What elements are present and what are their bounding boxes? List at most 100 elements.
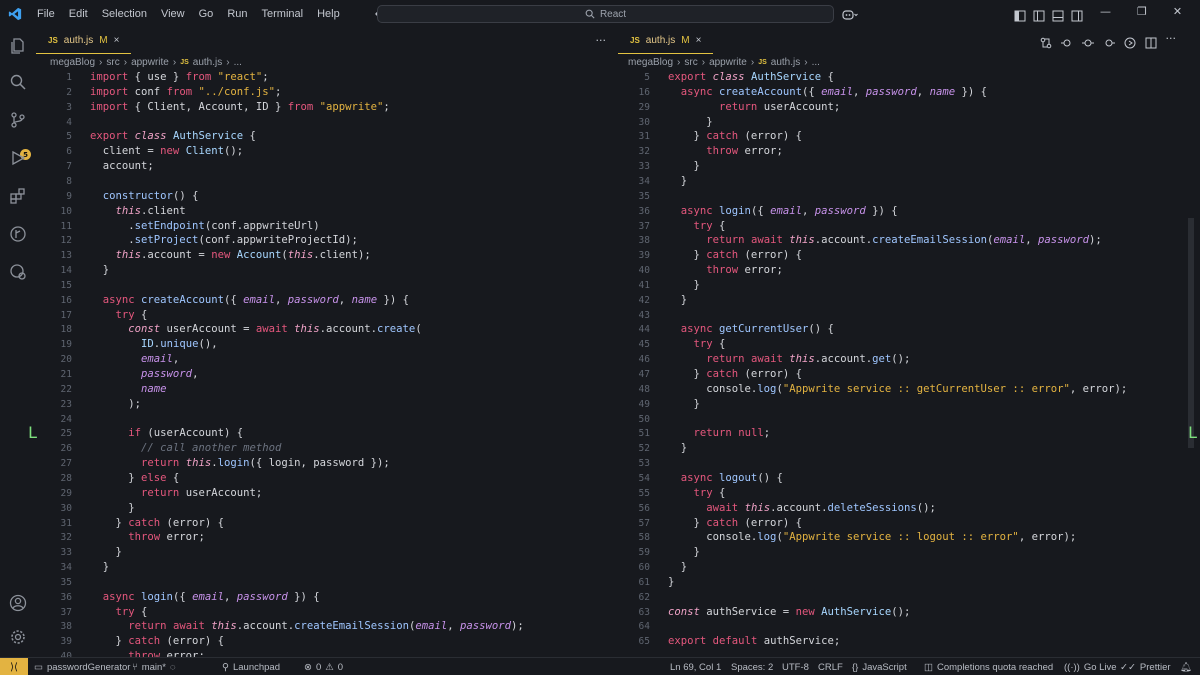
code-line[interactable]: 59 } bbox=[614, 545, 1200, 560]
menu-selection[interactable]: Selection bbox=[95, 8, 154, 20]
remote-explorer-icon[interactable] bbox=[6, 260, 30, 284]
code-line[interactable]: 36 async login({ email, password }) { bbox=[614, 204, 1200, 219]
toggle-sidebar-icon[interactable] bbox=[1033, 7, 1045, 26]
code-line[interactable]: 10 this.client bbox=[36, 204, 614, 219]
remote-indicator-icon[interactable]: ⟩⟨ bbox=[0, 658, 28, 675]
code-line[interactable]: 31 } catch (error) { bbox=[614, 129, 1200, 144]
code-line[interactable]: 30 } bbox=[36, 501, 614, 516]
code-line[interactable]: 64 bbox=[614, 619, 1200, 634]
code-line[interactable]: 20 email, bbox=[36, 352, 614, 367]
more-actions-icon[interactable]: ··· bbox=[1166, 33, 1177, 53]
code-line[interactable]: 39 } catch (error) { bbox=[36, 634, 614, 649]
breadcrumb-item[interactable]: ... bbox=[234, 57, 242, 68]
menu-file[interactable]: File bbox=[30, 8, 62, 20]
previous-change-icon[interactable] bbox=[1081, 34, 1094, 53]
source-control-icon[interactable] bbox=[6, 108, 30, 132]
settings-gear-icon[interactable] bbox=[6, 625, 30, 649]
copilot-icon[interactable] bbox=[842, 6, 858, 25]
more-actions-icon[interactable]: ··· bbox=[596, 34, 607, 47]
code-line[interactable]: 61} bbox=[614, 575, 1200, 590]
code-line[interactable]: 33 } bbox=[614, 159, 1200, 174]
breadcrumb-item[interactable]: auth.js bbox=[771, 57, 800, 68]
code-line[interactable]: 15 bbox=[36, 278, 614, 293]
code-line[interactable]: 65 export default authService; bbox=[614, 634, 1200, 649]
code-line[interactable]: 5 export class AuthService { bbox=[36, 129, 614, 144]
code-line[interactable]: 42 } bbox=[614, 293, 1200, 308]
account-icon[interactable] bbox=[6, 591, 30, 615]
status-branch[interactable]: ⑂ main* ◌ bbox=[132, 658, 176, 675]
code-line[interactable]: 34 } bbox=[36, 560, 614, 575]
layout-customize-icon[interactable] bbox=[1014, 7, 1026, 26]
code-line[interactable]: 62 bbox=[614, 590, 1200, 605]
code-line[interactable]: 32 throw error; bbox=[614, 144, 1200, 159]
explorer-icon[interactable] bbox=[6, 34, 30, 58]
code-line[interactable]: 47 } catch (error) { bbox=[614, 367, 1200, 382]
code-line[interactable]: 26 // call another method bbox=[36, 441, 614, 456]
menu-run[interactable]: Run bbox=[220, 8, 254, 20]
code-line[interactable]: 7 account; bbox=[36, 159, 614, 174]
code-line[interactable]: 55 try { bbox=[614, 486, 1200, 501]
code-line[interactable]: 3 import { Client, Account, ID } from "ap… bbox=[36, 100, 614, 115]
code-line[interactable]: 14 } bbox=[36, 263, 614, 278]
restore-icon[interactable]: ❐ bbox=[1137, 5, 1147, 18]
breadcrumb-item[interactable]: auth.js bbox=[193, 57, 222, 68]
code-line[interactable]: 35 bbox=[614, 189, 1200, 204]
code-line[interactable]: 24 bbox=[36, 412, 614, 427]
code-line[interactable]: 6 client = new Client(); bbox=[36, 144, 614, 159]
breadcrumb-item[interactable]: src bbox=[684, 57, 697, 68]
code-line[interactable]: 30 } bbox=[614, 115, 1200, 130]
tab-auth-js-left[interactable]: JS auth.js M × bbox=[36, 28, 132, 54]
code-line[interactable]: 1 import { use } from "react"; bbox=[36, 70, 614, 85]
breadcrumb-item[interactable]: src bbox=[106, 57, 119, 68]
code-line[interactable]: 29 return userAccount; bbox=[614, 100, 1200, 115]
code-line[interactable]: 19 ID.unique(), bbox=[36, 337, 614, 352]
breadcrumb-item[interactable]: ... bbox=[812, 57, 820, 68]
status-repo[interactable]: ▭ passwordGenerator bbox=[34, 658, 130, 675]
git-history-icon[interactable] bbox=[1060, 34, 1073, 53]
code-line[interactable]: 27 return this.login({ login, password }… bbox=[36, 456, 614, 471]
code-line[interactable]: 45 try { bbox=[614, 337, 1200, 352]
code-line[interactable]: 9 constructor() { bbox=[36, 189, 614, 204]
code-line[interactable]: 23 ); bbox=[36, 397, 614, 412]
git-graph-icon[interactable] bbox=[6, 222, 30, 246]
code-line[interactable]: 56 await this.account.deleteSessions(); bbox=[614, 501, 1200, 516]
breadcrumb-item[interactable]: megaBlog bbox=[50, 57, 95, 68]
code-line[interactable]: 57 } catch (error) { bbox=[614, 516, 1200, 531]
menu-view[interactable]: View bbox=[154, 8, 192, 20]
split-editor-icon[interactable] bbox=[1145, 34, 1157, 53]
menu-edit[interactable]: Edit bbox=[62, 8, 95, 20]
code-line[interactable]: 8 bbox=[36, 174, 614, 189]
code-line[interactable]: 58 console.log("Appwrite service :: logo… bbox=[614, 530, 1200, 545]
code-line[interactable]: 48 console.log("Appwrite service :: getC… bbox=[614, 382, 1200, 397]
code-line[interactable]: 51 return null; bbox=[614, 426, 1200, 441]
code-line[interactable]: 28 } else { bbox=[36, 471, 614, 486]
open-changes-icon[interactable] bbox=[1124, 34, 1136, 53]
status-launchpad[interactable]: ⚲ Launchpad bbox=[222, 658, 280, 675]
toggle-panel-icon[interactable] bbox=[1052, 7, 1064, 26]
status-cursor-position[interactable]: Ln 69, Col 1 bbox=[670, 658, 721, 675]
code-line[interactable]: 22 name bbox=[36, 382, 614, 397]
code-line[interactable]: 52 } bbox=[614, 441, 1200, 456]
command-center-search[interactable]: React bbox=[377, 5, 834, 23]
status-indentation[interactable]: Spaces: 2 bbox=[731, 658, 773, 675]
breadcrumb-item[interactable]: appwrite bbox=[131, 57, 169, 68]
tab-close-icon[interactable]: × bbox=[696, 35, 702, 46]
code-line[interactable]: 16 async createAccount({ email, password… bbox=[614, 85, 1200, 100]
code-line[interactable]: 17 try { bbox=[36, 308, 614, 323]
compare-changes-icon[interactable] bbox=[1040, 34, 1052, 53]
code-line[interactable]: 38 return await this.account.createEmail… bbox=[36, 619, 614, 634]
code-line[interactable]: 13 this.account = new Account(this.clien… bbox=[36, 248, 614, 263]
notifications-bell-icon[interactable]: 🔔︎ bbox=[1180, 658, 1192, 675]
editor-scrollbar[interactable] bbox=[1188, 218, 1194, 448]
code-line[interactable]: 63 const authService = new AuthService(); bbox=[614, 605, 1200, 620]
status-prettier[interactable]: ✓✓ Prettier bbox=[1120, 658, 1171, 675]
code-line[interactable]: 35 bbox=[36, 575, 614, 590]
code-line[interactable]: 36 async login({ email, password }) { bbox=[36, 590, 614, 605]
code-line[interactable]: 44 async getCurrentUser() { bbox=[614, 322, 1200, 337]
menu-help[interactable]: Help bbox=[310, 8, 347, 20]
code-line[interactable]: 12 .setProject(conf.appwriteProjectId); bbox=[36, 233, 614, 248]
code-editor-right[interactable]: 5 export class AuthService {16 async crea… bbox=[614, 70, 1200, 657]
code-line[interactable]: 4 bbox=[36, 115, 614, 130]
toggle-secondary-sidebar-icon[interactable] bbox=[1071, 7, 1083, 26]
next-change-icon[interactable] bbox=[1103, 34, 1115, 53]
